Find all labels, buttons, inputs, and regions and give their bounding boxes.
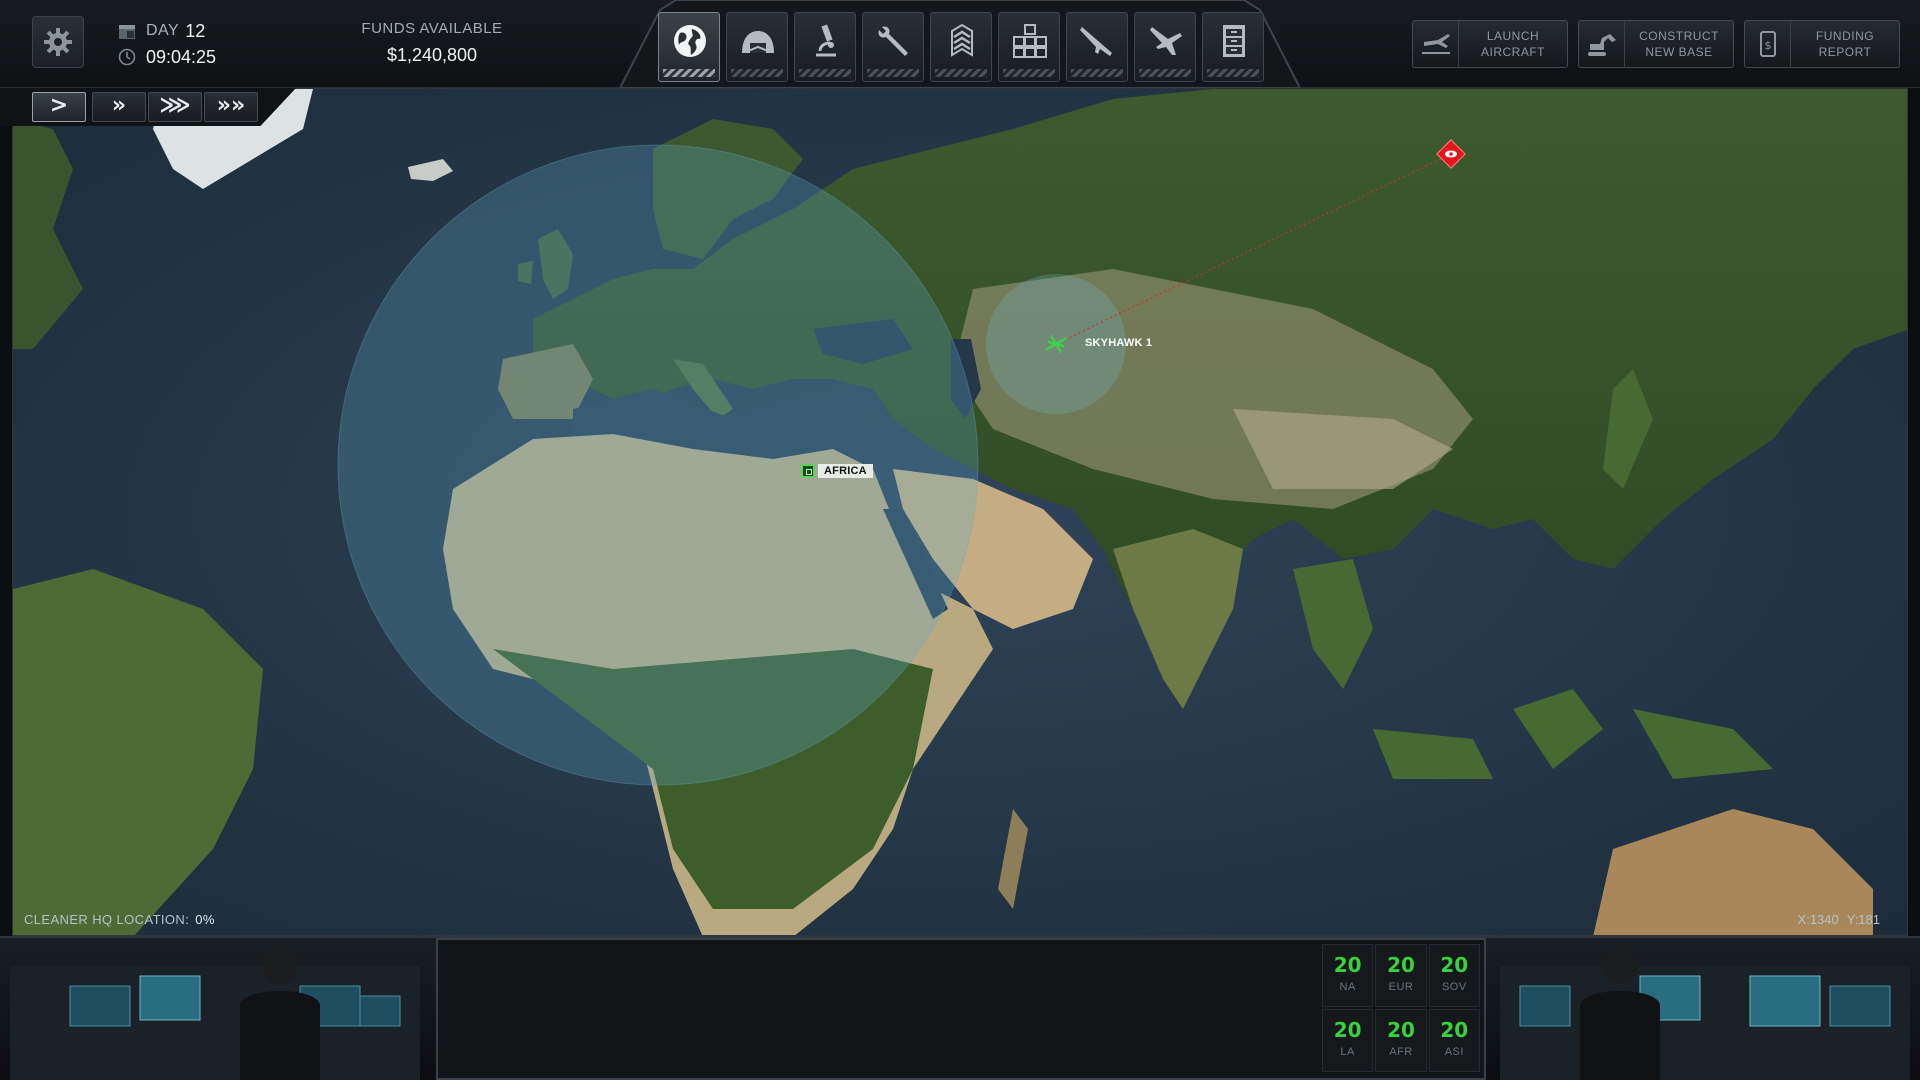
settings-button[interactable] — [32, 16, 84, 68]
base-tab[interactable] — [998, 12, 1060, 82]
svg-text:$: $ — [1764, 39, 1771, 52]
construct-icon-box — [1579, 21, 1625, 67]
panic-value: 20 — [1387, 1018, 1415, 1042]
funding-report-button[interactable]: $ FUNDING REPORT — [1744, 20, 1900, 68]
panic-cell-asi: 20 ASI — [1428, 1009, 1480, 1072]
funds-label: FUNDS AVAILABLE — [361, 20, 503, 37]
file-cabinet-icon — [1223, 25, 1245, 57]
panic-value: 20 — [1387, 953, 1415, 977]
construct-base-button[interactable]: CONSTRUCT NEW BASE — [1578, 20, 1734, 68]
speed-2x-button[interactable]: » — [92, 92, 146, 122]
base-marker-icon[interactable] — [801, 464, 815, 478]
panic-value: 20 — [1440, 953, 1469, 977]
clock-icon — [118, 48, 136, 66]
launch-aircraft-label: LAUNCH AIRCRAFT — [1481, 29, 1545, 59]
radar-range-circle — [337, 144, 979, 786]
tab-hatch — [731, 69, 783, 77]
engineering-tab[interactable] — [862, 12, 924, 82]
rank-chevron-icon — [951, 23, 973, 57]
tab-hatch — [935, 69, 987, 77]
aircraft-tab[interactable] — [1134, 12, 1196, 82]
globe-icon — [674, 25, 706, 57]
jet-icon — [1150, 27, 1182, 55]
panic-cell-eur: 20 EUR — [1375, 944, 1427, 1007]
hq-location-value: 0% — [195, 912, 215, 927]
funding-report-label: FUNDING REPORT — [1815, 29, 1875, 59]
coord-y: Y:181 — [1846, 912, 1880, 927]
panic-value: 20 — [1440, 1018, 1469, 1042]
hangar-tab[interactable] — [726, 12, 788, 82]
launch-icon-box — [1413, 21, 1459, 67]
hq-location-label: CLEANER HQ LOCATION: — [24, 912, 190, 927]
gear-icon — [44, 28, 72, 56]
geoscape-tab[interactable] — [658, 12, 720, 82]
facility-grid-icon — [1013, 24, 1047, 58]
panic-cell-la: 20 LA — [1322, 1009, 1374, 1072]
tab-hatch — [799, 69, 851, 77]
soldiers-tab[interactable] — [930, 12, 992, 82]
panic-value: 20 — [1333, 953, 1362, 977]
panic-value: 20 — [1333, 1018, 1362, 1042]
phone-money-icon: $ — [1759, 31, 1776, 57]
section-tab-strip — [620, 0, 1300, 88]
rifle-icon — [1080, 27, 1112, 56]
day-value: 12 — [185, 20, 206, 41]
right-operator-illustration — [1500, 948, 1910, 1080]
tab-hatch — [1003, 69, 1055, 77]
world-map-svg — [13, 89, 1907, 935]
panic-region: SOV — [1441, 981, 1467, 993]
panic-region: LA — [1340, 1046, 1355, 1058]
tab-hatch — [663, 69, 715, 77]
panic-level-grid: 20 NA 20 EUR 20 SOV 20 LA 20 AFR 20 ASI — [1322, 944, 1480, 1072]
speed-1x-button[interactable]: > — [32, 92, 86, 122]
construct-base-label: CONSTRUCT NEW BASE — [1639, 29, 1719, 59]
day-label: DAY — [146, 22, 180, 39]
panic-cell-afr: 20 AFR — [1375, 1009, 1427, 1072]
base-label[interactable]: AFRICA — [818, 464, 873, 478]
armory-tab[interactable] — [1066, 12, 1128, 82]
panic-region: ASI — [1444, 1046, 1464, 1058]
speed-4x-button[interactable]: »» — [204, 92, 258, 122]
funding-icon-box: $ — [1745, 21, 1791, 67]
left-operator-illustration — [10, 948, 420, 1080]
panic-region: EUR — [1388, 981, 1414, 993]
calendar-icon — [119, 25, 135, 39]
runway-jet-icon — [1421, 34, 1450, 54]
panic-region: AFR — [1389, 1046, 1413, 1058]
funds-value: $1,240,800 — [386, 45, 478, 65]
game-clock: 09:04:25 — [146, 46, 217, 67]
tab-hatch — [1071, 69, 1123, 77]
cursor-coordinates: X:1340 Y:181 — [1790, 912, 1880, 927]
coord-x: X:1340 — [1797, 912, 1839, 927]
research-tab[interactable] — [794, 12, 856, 82]
tab-hatch — [1207, 69, 1259, 77]
panic-region: NA — [1339, 981, 1356, 993]
panic-cell-sov: 20 SOV — [1428, 944, 1480, 1007]
hq-location-status: CLEANER HQ LOCATION: 0% — [24, 912, 215, 927]
aircraft-label[interactable]: SKYHAWK 1 — [1085, 337, 1152, 349]
microscope-icon — [816, 24, 836, 57]
archives-tab[interactable] — [1202, 12, 1264, 82]
tab-hatch — [867, 69, 919, 77]
tab-hatch — [1139, 69, 1191, 77]
geoscape-map[interactable]: SKYHAWK 1 AFRICA — [12, 88, 1908, 936]
excavator-icon — [1587, 34, 1616, 56]
hangar-icon — [742, 31, 774, 53]
date-time-display: DAY 12 09:04:25 — [118, 18, 216, 70]
wrench-icon — [878, 26, 908, 56]
launch-aircraft-button[interactable]: LAUNCH AIRCRAFT — [1412, 20, 1568, 68]
panic-cell-na: 20 NA — [1322, 944, 1374, 1007]
speed-3x-button[interactable]: ⋙ — [148, 92, 202, 122]
funds-display: FUNDS AVAILABLE $1,240,800 — [352, 20, 512, 66]
